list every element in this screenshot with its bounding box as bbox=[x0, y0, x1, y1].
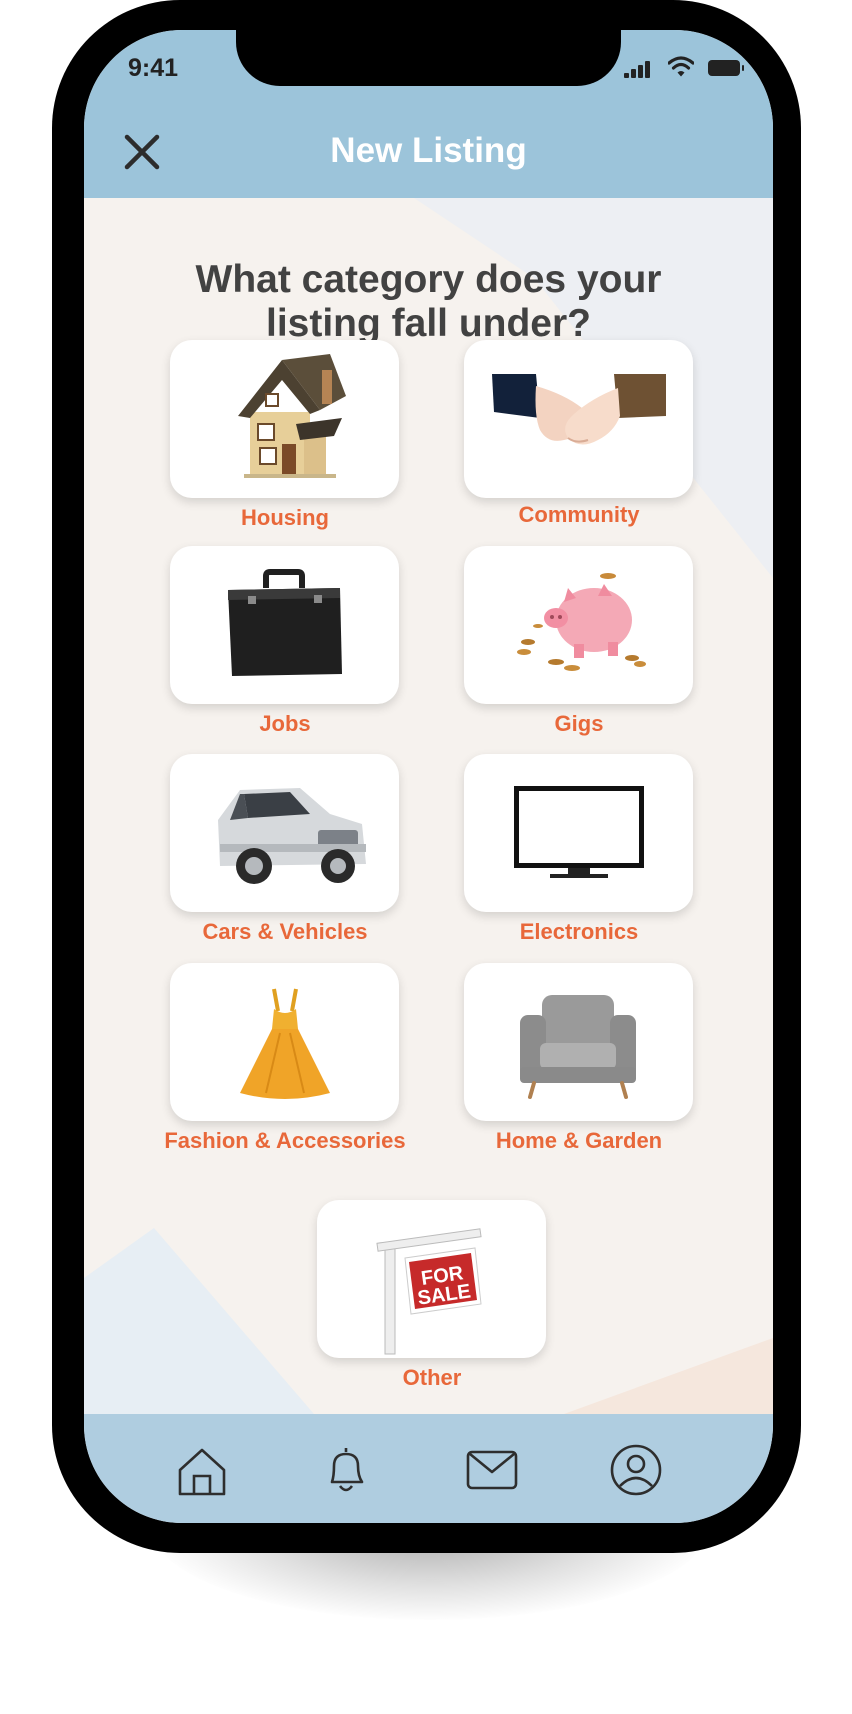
for-sale-sign-image: FOR SALE bbox=[376, 1228, 482, 1355]
category-label-jobs[interactable]: Jobs bbox=[155, 711, 415, 737]
bell-icon bbox=[330, 1448, 364, 1492]
category-label-electronics[interactable]: Electronics bbox=[449, 919, 709, 945]
category-label-home-garden[interactable]: Home & Garden bbox=[449, 1128, 709, 1154]
tab-profile[interactable] bbox=[608, 1442, 664, 1498]
piggy-bank-image bbox=[517, 573, 646, 671]
tv-monitor-image bbox=[514, 786, 644, 878]
notch bbox=[236, 30, 621, 86]
category-card-cars-vehicles[interactable] bbox=[170, 754, 399, 912]
bottom-tab-bar bbox=[84, 1414, 773, 1523]
category-question: What category does your listing fall und… bbox=[195, 258, 662, 345]
suv-car-image bbox=[218, 788, 366, 884]
tab-notifications[interactable] bbox=[318, 1442, 374, 1498]
mail-icon bbox=[466, 1450, 518, 1490]
tab-messages[interactable] bbox=[464, 1442, 520, 1498]
category-card-other[interactable]: FOR SALE bbox=[317, 1200, 546, 1358]
signal-icon bbox=[624, 60, 656, 78]
category-card-home-garden[interactable] bbox=[464, 963, 693, 1121]
category-content: What category does your listing fall und… bbox=[84, 198, 773, 1414]
status-time: 9:41 bbox=[128, 54, 179, 82]
category-card-gigs[interactable] bbox=[464, 546, 693, 704]
briefcase-image bbox=[228, 569, 342, 676]
category-label-gigs[interactable]: Gigs bbox=[449, 711, 709, 737]
category-card-housing[interactable] bbox=[170, 340, 399, 498]
profile-icon bbox=[610, 1444, 662, 1496]
tab-home[interactable] bbox=[174, 1442, 230, 1498]
category-card-jobs[interactable] bbox=[170, 546, 399, 704]
armchair-image bbox=[520, 995, 636, 1099]
category-label-other[interactable]: Other bbox=[302, 1365, 562, 1391]
category-label-community[interactable]: Community bbox=[449, 502, 709, 528]
home-icon bbox=[178, 1448, 226, 1496]
battery-icon bbox=[708, 60, 744, 76]
category-card-electronics[interactable] bbox=[464, 754, 693, 912]
category-card-community[interactable] bbox=[464, 340, 693, 498]
app-screen: 9:41 New Listing What category does your… bbox=[84, 30, 773, 1523]
category-card-fashion-accessories[interactable] bbox=[170, 963, 399, 1121]
clasped-hands-image bbox=[492, 374, 666, 445]
house-image bbox=[238, 354, 346, 478]
category-label-fashion-accessories[interactable]: Fashion & Accessories bbox=[155, 1128, 415, 1154]
category-label-cars-vehicles[interactable]: Cars & Vehicles bbox=[155, 919, 415, 945]
dress-image bbox=[240, 988, 330, 1099]
category-label-housing[interactable]: Housing bbox=[155, 505, 415, 531]
wifi-icon bbox=[668, 56, 694, 77]
page-title: New Listing bbox=[330, 131, 527, 170]
